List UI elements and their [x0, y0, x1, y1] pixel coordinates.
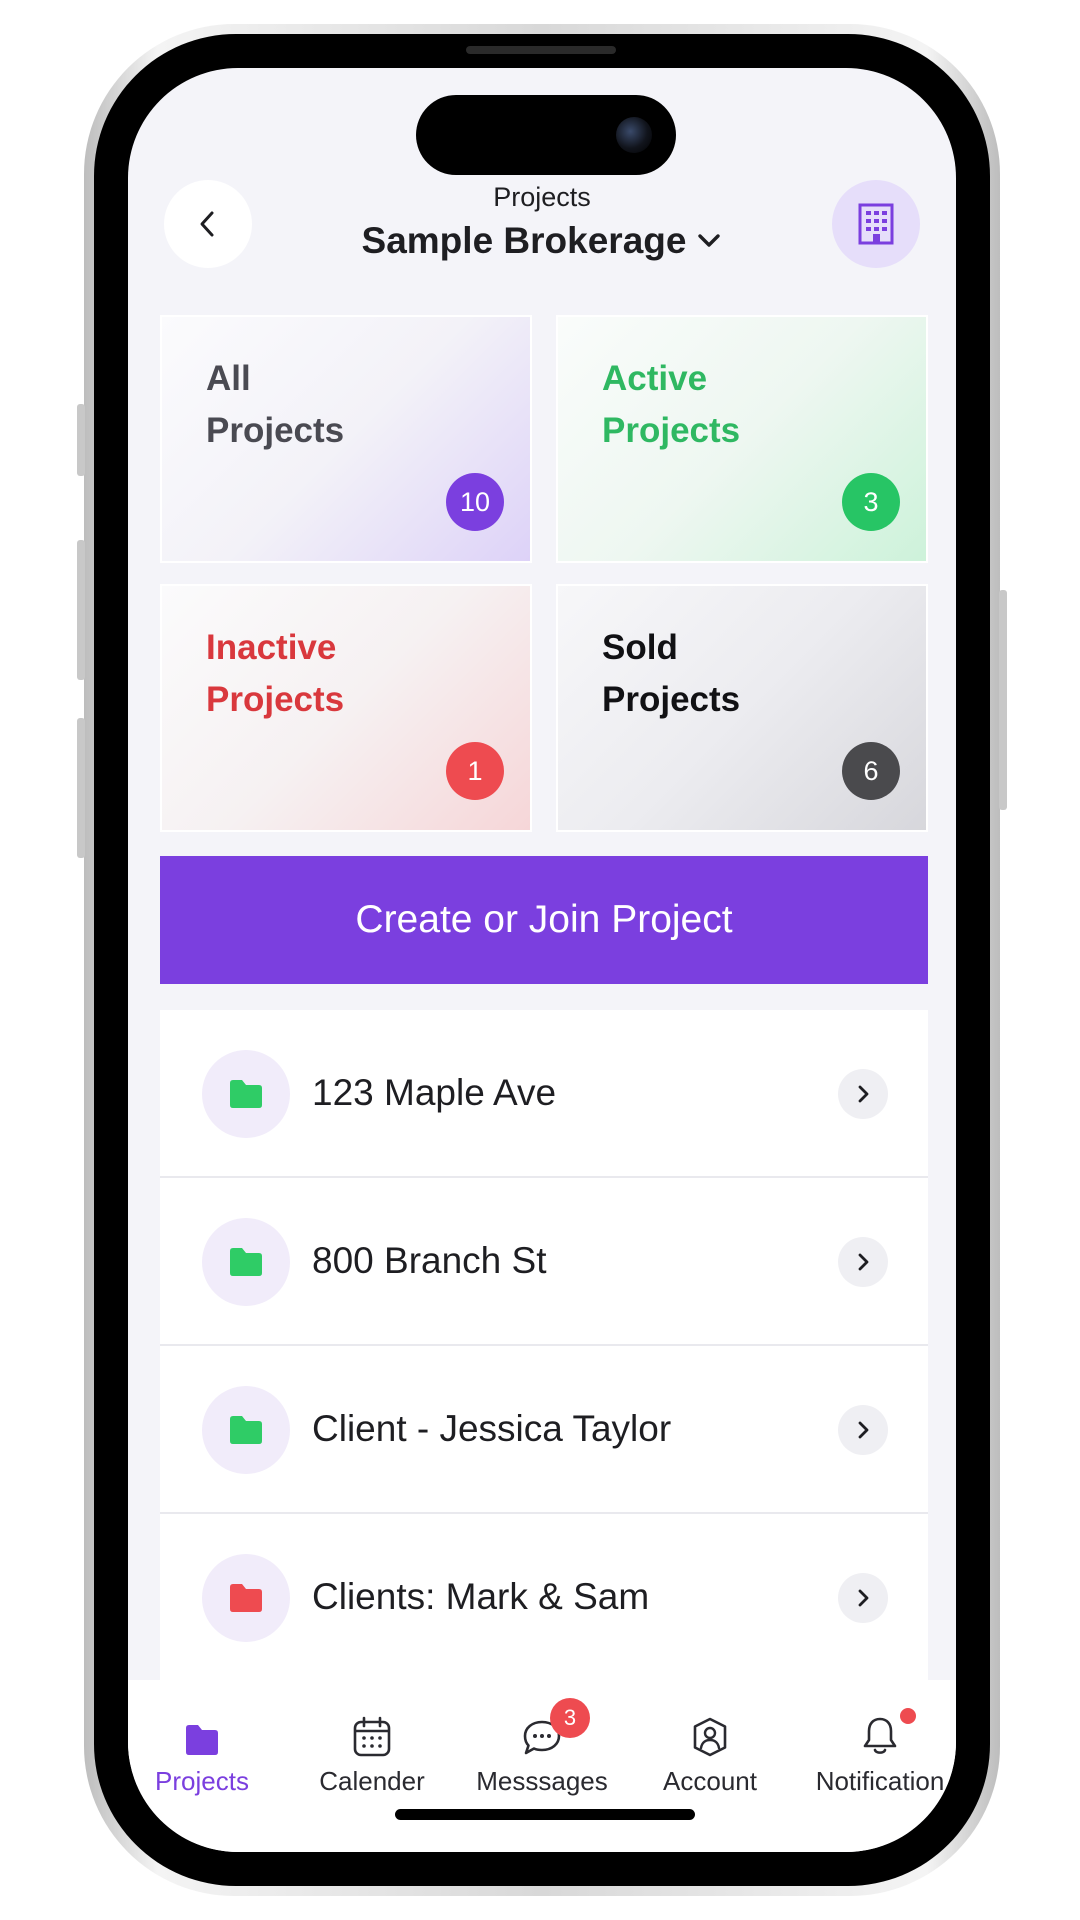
project-row[interactable]: Clients: Mark & Sam	[160, 1514, 928, 1682]
account-icon	[693, 1717, 727, 1757]
chevron-down-icon	[698, 234, 721, 247]
count-badge: 3	[842, 473, 900, 531]
open-project-button[interactable]	[838, 1069, 888, 1119]
tab-calender[interactable]: Calender	[292, 1702, 452, 1797]
open-project-button[interactable]	[838, 1573, 888, 1623]
count-badge: 1	[446, 742, 504, 800]
tab-label: Projects	[155, 1766, 249, 1796]
tab-label: Calender	[319, 1766, 425, 1796]
tab-label: Notification	[815, 1766, 945, 1796]
silent-switch	[77, 404, 85, 476]
messages-badge: 3	[550, 1698, 590, 1738]
chevron-left-icon	[200, 211, 214, 237]
folder-badge	[202, 1554, 290, 1642]
calendar-icon	[353, 1716, 391, 1757]
card-title: Active Projects	[602, 359, 741, 450]
camera-lens	[616, 117, 652, 153]
project-row[interactable]: 123 Maple Ave	[160, 1010, 928, 1178]
chevron-right-icon	[858, 1421, 869, 1439]
folder-badge	[202, 1050, 290, 1138]
tab-label: Messsages	[476, 1766, 608, 1796]
project-name: Client - Jessica Taylor	[312, 1408, 672, 1449]
project-row[interactable]: Client - Jessica Taylor	[160, 1346, 928, 1514]
folder-icon	[186, 1725, 218, 1755]
create-or-join-project-button[interactable]: Create or Join Project	[160, 856, 928, 984]
chevron-right-icon	[858, 1253, 869, 1271]
card-inactive-projects[interactable]: Inactive Projects 1	[160, 584, 532, 832]
card-title: Sold Projects	[602, 628, 741, 719]
notification-dot	[900, 1708, 916, 1724]
tab-projects[interactable]: Projects	[128, 1702, 282, 1797]
tab-label: Account	[663, 1766, 757, 1796]
screen: Projects Sample Brokerage All Projects 1…	[128, 68, 956, 1852]
count-badge: 10	[446, 473, 504, 531]
speaker-slot	[466, 46, 616, 54]
back-button[interactable]	[164, 180, 252, 268]
bell-icon	[863, 1717, 897, 1754]
card-all-projects[interactable]: All Projects 10	[160, 315, 532, 563]
dynamic-island	[416, 95, 676, 175]
card-active-projects[interactable]: Active Projects 3	[556, 315, 928, 563]
folder-badge	[202, 1386, 290, 1474]
project-name: Clients: Mark & Sam	[312, 1576, 650, 1617]
volume-up-button	[77, 540, 85, 680]
project-row[interactable]: 800 Branch St	[160, 1178, 928, 1346]
folder-icon	[230, 1584, 262, 1612]
project-name: 123 Maple Ave	[312, 1072, 557, 1113]
building-icon	[858, 203, 894, 245]
folder-icon	[230, 1416, 262, 1444]
brokerage-title: Sample Brokerage	[361, 220, 687, 261]
folder-icon	[230, 1080, 262, 1108]
tab-notification[interactable]: Notification	[800, 1702, 956, 1797]
folder-badge	[202, 1218, 290, 1306]
chevron-right-icon	[858, 1589, 869, 1607]
count-badge: 6	[842, 742, 900, 800]
brokerage-button[interactable]	[832, 180, 920, 268]
volume-down-button	[77, 718, 85, 858]
tab-account[interactable]: Account	[630, 1702, 790, 1797]
open-project-button[interactable]	[838, 1405, 888, 1455]
card-title: Inactive Projects	[206, 628, 345, 719]
header-label: Projects	[493, 182, 591, 212]
power-button	[999, 590, 1007, 810]
card-sold-projects[interactable]: Sold Projects 6	[556, 584, 928, 832]
tab-messages[interactable]: 3 Messsages	[462, 1698, 622, 1797]
card-title: All Projects	[206, 359, 345, 450]
header: Projects Sample Brokerage	[308, 180, 776, 262]
folder-icon	[230, 1248, 262, 1276]
tab-bar: Projects Calender 3 Messsages Account No…	[128, 1680, 956, 1852]
open-project-button[interactable]	[838, 1237, 888, 1287]
home-indicator	[395, 1809, 695, 1820]
chevron-right-icon	[858, 1085, 869, 1103]
brokerage-selector[interactable]: Sample Brokerage	[308, 220, 776, 262]
project-name: 800 Branch St	[312, 1240, 547, 1281]
project-list: 123 Maple Ave 800 Branch St Client - Jes…	[160, 1010, 928, 1682]
